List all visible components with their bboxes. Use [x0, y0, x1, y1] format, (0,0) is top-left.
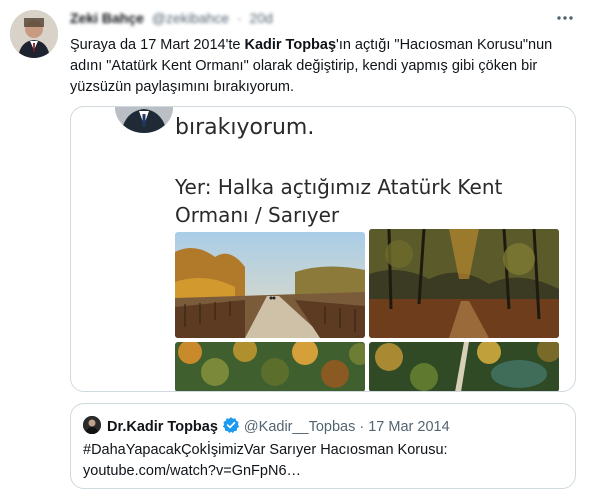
quoted-avatar[interactable] — [83, 416, 101, 434]
separator-dot: · — [236, 10, 242, 26]
forest-boardwalk-photo — [175, 232, 365, 338]
media-caption-place: Yer: Halka açtığımız Atatürk Kent Ormanı… — [175, 175, 503, 227]
more-horizontal-icon[interactable] — [555, 8, 575, 28]
separator-dot: · — [359, 419, 365, 435]
quoted-text: #DahaYapacakÇokİşimizVar Sarıyer Hacıosm… — [83, 440, 553, 482]
tweet-text: Şuraya da 17 Mart 2014'te Kadir Topbaş'ı… — [70, 35, 575, 98]
quoted-tweet[interactable]: Dr.Kadir Topbaş @Kadir__Topbas · 17 Mar 201… — [70, 403, 576, 489]
quoted-author-handle[interactable]: @Kadir__Topbas — [244, 419, 355, 435]
media-caption-line: bırakıyorum. — [175, 115, 315, 140]
author-name[interactable]: Zeki Bahçe — [70, 10, 144, 26]
tweet-media-image[interactable]: bırakıyorum. Yer: Halka açtığımız Atatür… — [70, 106, 576, 392]
quoted-header: Dr.Kadir Topbaş @Kadir__Topbas · 17 Mar 201… — [107, 416, 450, 438]
quoted-link[interactable]: youtube.com/watch?v=GnFpN6… — [83, 461, 553, 482]
author-handle[interactable]: @zekibahce — [152, 10, 229, 26]
forest-pond-aerial-photo — [369, 342, 559, 391]
tweet-time[interactable]: 20d — [250, 10, 273, 26]
autumn-forest-path-photo — [369, 229, 559, 338]
tweet-header: Zeki Bahçe @zekibahce · 20d — [70, 10, 273, 30]
quoted-hashtag-line: #DahaYapacakÇokİşimizVar Sarıyer Hacıosm… — [83, 442, 448, 458]
mentioned-name: Kadir Topbaş — [244, 37, 337, 53]
tweet-text-part: Şuraya da 17 Mart 2014'te — [70, 37, 245, 53]
verified-badge-icon — [222, 416, 240, 438]
tweet[interactable]: Zeki Bahçe @zekibahce · 20d Şuraya da 17… — [0, 0, 589, 500]
quoted-date[interactable]: 17 Mar 2014 — [368, 419, 449, 435]
quoted-author-name[interactable]: Dr.Kadir Topbaş — [107, 419, 218, 435]
media-avatar-image — [115, 107, 173, 133]
autumn-canopy-aerial-photo — [175, 342, 365, 391]
avatar[interactable] — [10, 10, 58, 58]
